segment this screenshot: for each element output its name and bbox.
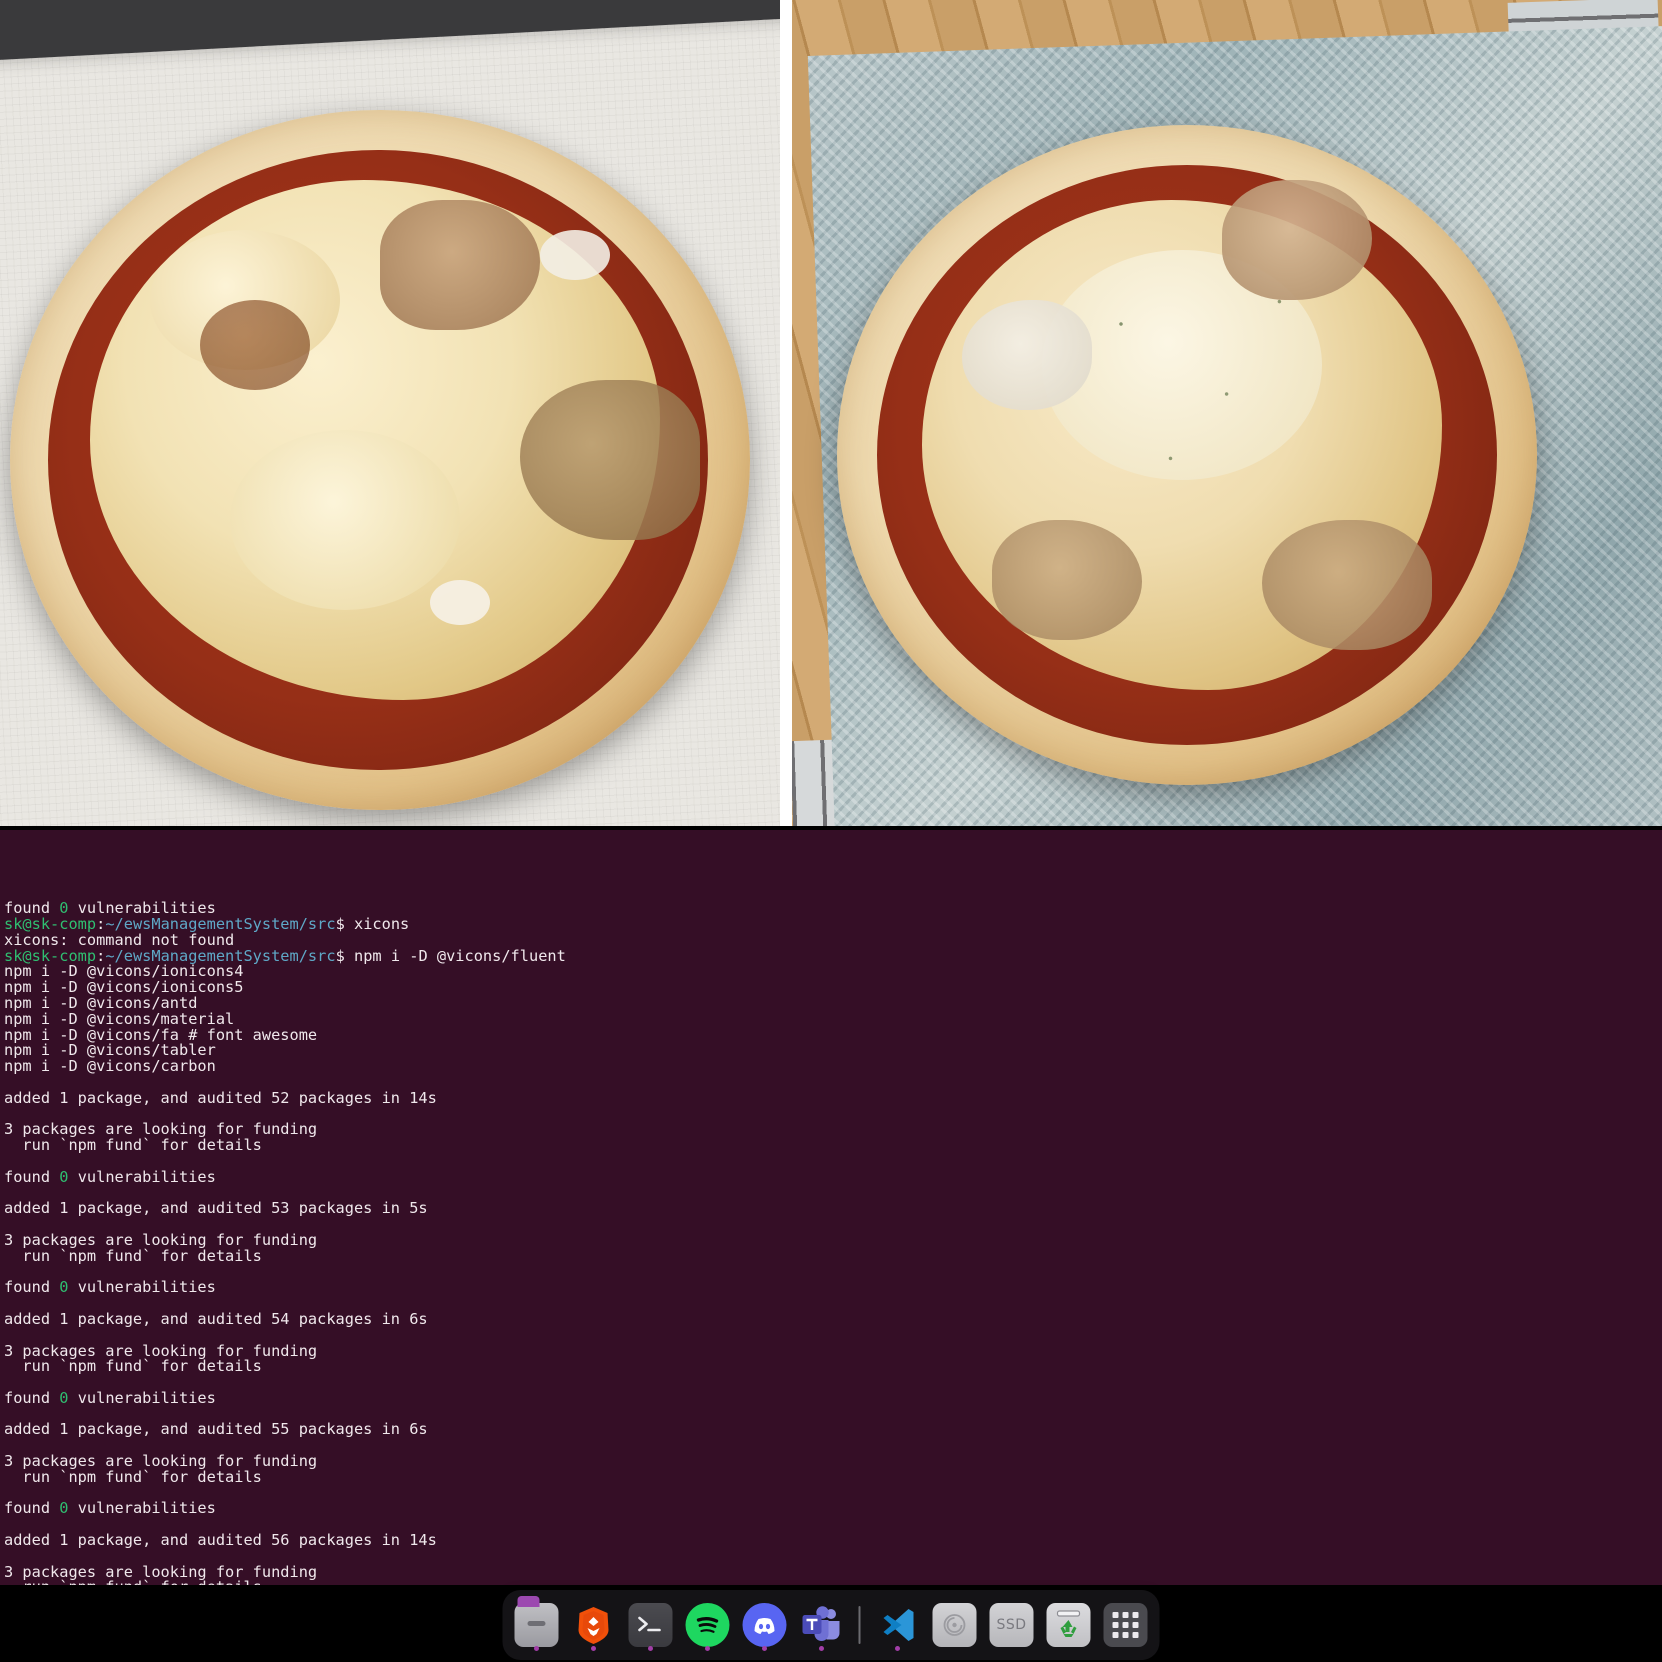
dock-item-trash[interactable] <box>1045 1597 1093 1653</box>
terminal-scrollback-clipped-line <box>4 862 1658 870</box>
dock-item-teams[interactable] <box>798 1597 846 1653</box>
folder-icon <box>514 1596 559 1647</box>
running-indicator <box>648 1646 653 1651</box>
terminal-output-line: run `npm fund` for details <box>4 1136 262 1155</box>
prompt-symbol: $ <box>335 946 354 965</box>
terminal-output-line: npm i -D @vicons/tabler <box>4 1041 216 1060</box>
dock-item-terminal[interactable] <box>627 1597 675 1653</box>
dock-item-vscode[interactable] <box>874 1597 922 1653</box>
terminal-output: found 0 vulnerabilities sk@sk-comp:~/ewsM… <box>4 900 1658 1585</box>
pizza-photo-left <box>0 0 780 826</box>
terminal-output-line: npm i -D @vicons/antd <box>4 993 198 1012</box>
terminal-output-line: added 1 package, and audited 53 packages… <box>4 1199 428 1218</box>
terminal-output-line: npm i -D @vicons/carbon <box>4 1057 216 1076</box>
running-indicator <box>591 1646 596 1651</box>
dock-item-discord[interactable] <box>741 1597 789 1653</box>
prompt-command: npm i -D @vicons/fluent <box>354 946 566 965</box>
onion-topping <box>540 230 610 280</box>
terminal-output-line: found 0 vulnerabilities <box>4 1167 216 1186</box>
prompt-command: xicons <box>354 914 410 933</box>
terminal-output-line: added 1 package, and audited 55 packages… <box>4 1420 428 1439</box>
dock-item-spotify[interactable] <box>684 1597 732 1653</box>
terminal-prompt-line: sk@sk-comp:~/ewsManagementSystem/src$ np… <box>4 946 1658 965</box>
running-indicator <box>895 1646 900 1651</box>
dock-item-files[interactable] <box>513 1596 561 1653</box>
discord-icon <box>742 1603 787 1647</box>
terminal-output-line: added 1 package, and audited 52 packages… <box>4 1088 437 1107</box>
cheese-blob <box>230 430 460 610</box>
dock-item-disk[interactable] <box>931 1597 979 1653</box>
photo-divider <box>780 0 792 826</box>
dock: SSD <box>502 1590 1160 1660</box>
terminal-output-line: run `npm fund` for details <box>4 1467 262 1486</box>
terminal-window[interactable]: found 0 vulnerabilities sk@sk-comp:~/ewsM… <box>0 830 1662 1585</box>
chicken-topping <box>992 520 1142 640</box>
terminal-icon <box>628 1603 673 1647</box>
terminal-output-line: run `npm fund` for details <box>4 1357 262 1376</box>
terminal-output-line: npm i -D @vicons/ionicons4 <box>4 962 244 981</box>
app-grid-dots <box>1112 1612 1139 1638</box>
spotify-icon <box>685 1603 730 1647</box>
ssd-icon: SSD <box>989 1603 1034 1647</box>
terminal-output-line: run `npm fund` for details <box>4 1246 262 1265</box>
dock-item-brave[interactable] <box>570 1597 618 1653</box>
charred-spot <box>200 300 310 390</box>
prompt-symbol: $ <box>335 914 354 933</box>
chicken-topping <box>1262 520 1432 650</box>
teams-icon <box>800 1603 844 1647</box>
dock-area: SSD <box>0 1585 1662 1662</box>
dock-item-apps[interactable] <box>1102 1597 1150 1653</box>
dock-separator <box>858 1606 861 1644</box>
running-indicator <box>705 1646 710 1651</box>
terminal-output-line: npm i -D @vicons/ionicons5 <box>4 978 244 997</box>
terminal-prompt-line: sk@sk-comp:~/ewsManagementSystem/src$ xi… <box>4 914 1658 933</box>
terminal-output-line: added 1 package, and audited 54 packages… <box>4 1309 428 1328</box>
vscode-icon <box>876 1603 920 1647</box>
running-indicator <box>534 1646 539 1651</box>
pizza-photo-right <box>792 0 1662 826</box>
terminal-output-line: added 1 package, and audited 56 packages… <box>4 1531 437 1550</box>
terminal-output-line: found 0 vulnerabilities <box>4 1278 216 1297</box>
disk-icon <box>932 1603 977 1647</box>
desktop-screen: found 0 vulnerabilities sk@sk-comp:~/ewsM… <box>0 0 1662 1662</box>
onion-topping <box>430 580 490 625</box>
oregano-sprinkle <box>1022 240 1352 520</box>
terminal-output-line: found 0 vulnerabilities <box>4 1388 216 1407</box>
dock-item-ssd[interactable]: SSD <box>988 1597 1036 1653</box>
terminal-output-line: found 0 vulnerabilities <box>4 1499 216 1518</box>
terminal-output-line: npm i -D @vicons/fa # font awesome <box>4 1025 318 1044</box>
brave-lion-icon <box>572 1603 616 1647</box>
app-grid-icon <box>1103 1603 1148 1647</box>
pizza-photo-strip <box>0 0 1662 826</box>
running-indicator <box>762 1646 767 1651</box>
running-indicator <box>819 1646 824 1651</box>
recycle-bin-icon <box>1046 1603 1091 1647</box>
